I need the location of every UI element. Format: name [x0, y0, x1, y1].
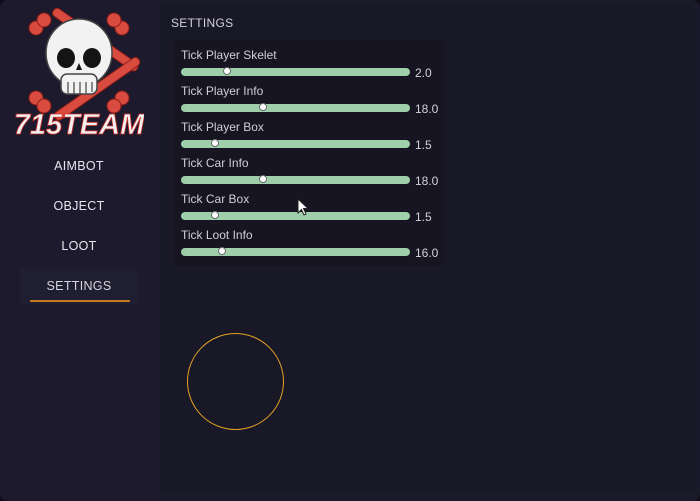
slider-label: Tick Loot Info: [181, 228, 253, 242]
nav-item-label: SETTINGS: [46, 279, 112, 293]
slider-value: 18.0: [415, 102, 439, 116]
slider-label: Tick Player Skelet: [181, 48, 277, 62]
slider-label: Tick Car Info: [181, 156, 249, 170]
mouse-cursor-icon: [297, 198, 309, 216]
nav-item-settings[interactable]: SETTINGS: [20, 268, 138, 304]
app-window: 715TEAM AIMBOT OBJECT LOOT SETTINGS SETT…: [0, 0, 700, 501]
slider-value: 1.5: [415, 210, 432, 224]
slider-thumb[interactable]: [259, 175, 268, 183]
nav-item-label: LOOT: [61, 239, 97, 253]
tick-loot-info-slider[interactable]: [181, 247, 410, 256]
tick-car-info-slider[interactable]: [181, 175, 410, 184]
slider-label: Tick Player Box: [181, 120, 264, 134]
slider-label: Tick Car Box: [181, 192, 250, 206]
sliders-panel: Tick Player Skelet 2.0 Tick Player Info …: [174, 40, 444, 266]
slider-thumb[interactable]: [218, 247, 227, 255]
logo-text: 715TEAM: [14, 109, 144, 141]
tick-car-box-slider[interactable]: [181, 211, 410, 220]
skull-logo-icon: 715TEAM: [14, 8, 144, 141]
section-title: SETTINGS: [171, 16, 234, 30]
tick-player-box-slider[interactable]: [181, 139, 410, 148]
tick-player-skelet-slider[interactable]: [181, 67, 410, 76]
slider-thumb[interactable]: [259, 103, 268, 111]
nav-item-object[interactable]: OBJECT: [20, 188, 138, 224]
slider-thumb[interactable]: [211, 139, 220, 147]
slider-label: Tick Player Info: [181, 84, 264, 98]
tick-player-info-slider[interactable]: [181, 103, 410, 112]
nav-item-loot[interactable]: LOOT: [20, 228, 138, 264]
slider-thumb[interactable]: [211, 211, 220, 219]
fov-circle: [187, 333, 284, 430]
slider-value: 18.0: [415, 174, 439, 188]
slider-value: 2.0: [415, 66, 432, 80]
nav-item-label: AIMBOT: [54, 159, 104, 173]
slider-value: 1.5: [415, 138, 432, 152]
slider-thumb[interactable]: [222, 67, 231, 75]
nav-item-label: OBJECT: [53, 199, 105, 213]
sidebar: 715TEAM AIMBOT OBJECT LOOT SETTINGS: [0, 0, 158, 501]
active-tab-underline: [30, 300, 130, 302]
nav-item-aimbot[interactable]: AIMBOT: [20, 148, 138, 184]
slider-value: 16.0: [415, 246, 439, 260]
